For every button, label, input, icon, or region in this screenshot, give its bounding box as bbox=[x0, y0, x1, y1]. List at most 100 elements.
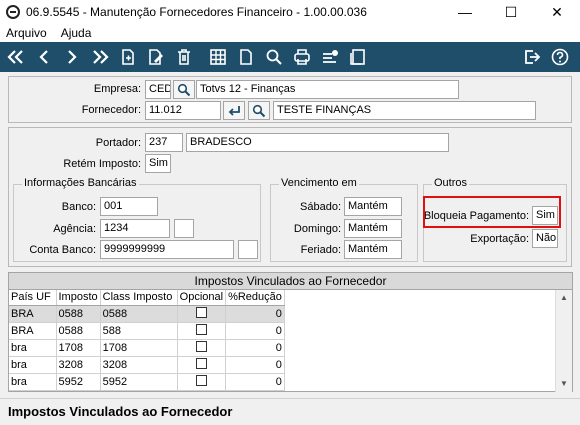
table-row[interactable]: bra 5952 5952 0 bbox=[9, 373, 285, 391]
search-icon[interactable] bbox=[262, 45, 286, 69]
exit-icon[interactable] bbox=[520, 45, 544, 69]
header-panel: Empresa: CED Totvs 12 - Finanças Fornece… bbox=[8, 76, 572, 123]
menu-ajuda[interactable]: Ajuda bbox=[55, 26, 100, 40]
copy-icon[interactable] bbox=[116, 45, 140, 69]
grid-title: Impostos Vinculados ao Fornecedor bbox=[9, 273, 572, 290]
table-row[interactable]: BRA 0588 0588 0 bbox=[9, 305, 285, 323]
search-icon bbox=[252, 104, 266, 117]
conta-banco-label: Conta Banco: bbox=[29, 244, 96, 256]
impostos-table: País UF Imposto Class Imposto Opcional %… bbox=[9, 290, 285, 391]
previous-icon[interactable] bbox=[32, 45, 56, 69]
cell-reducao: 0 bbox=[225, 356, 285, 374]
portador-code-field[interactable]: 237 bbox=[145, 133, 183, 152]
col-pais-uf[interactable]: País UF bbox=[9, 290, 57, 306]
banking-group: Informações Bancárias Banco: 001 Agência… bbox=[13, 177, 261, 262]
impostos-grid: Impostos Vinculados ao Fornecedor País U… bbox=[8, 272, 573, 392]
cell-imposto: 5952 bbox=[56, 373, 101, 391]
opcional-checkbox[interactable] bbox=[195, 357, 207, 369]
opcional-checkbox[interactable] bbox=[195, 306, 207, 318]
cell-reducao: 0 bbox=[225, 373, 285, 391]
sabado-label: Sábado: bbox=[300, 201, 341, 213]
conta-banco-field[interactable]: 9999999999 bbox=[100, 240, 234, 259]
cell-classe: 0588 bbox=[100, 305, 178, 323]
opcional-checkbox[interactable] bbox=[195, 374, 207, 386]
minimize-button[interactable]: — bbox=[442, 0, 488, 24]
menu-arquivo[interactable]: Arquivo bbox=[0, 26, 55, 40]
empresa-search-button[interactable] bbox=[173, 80, 195, 99]
banco-label: Banco: bbox=[61, 201, 96, 213]
grid-icon[interactable] bbox=[206, 45, 230, 69]
next-icon[interactable] bbox=[60, 45, 84, 69]
first-icon[interactable] bbox=[4, 45, 28, 69]
fornecedor-search-button[interactable] bbox=[248, 101, 270, 120]
feriado-field[interactable]: Mantém bbox=[344, 240, 402, 259]
col-imposto[interactable]: Imposto bbox=[56, 290, 101, 306]
toolbar bbox=[0, 42, 580, 72]
last-icon[interactable] bbox=[88, 45, 112, 69]
grid-scrollbar[interactable]: ▲ ▼ bbox=[555, 290, 572, 392]
cell-opcional bbox=[177, 339, 227, 357]
domingo-label: Domingo: bbox=[293, 223, 341, 235]
cell-reducao: 0 bbox=[225, 339, 285, 357]
window-controls: — ☐ ✕ bbox=[442, 0, 580, 24]
cell-pais: BRA bbox=[9, 322, 57, 340]
notes-icon[interactable] bbox=[346, 45, 370, 69]
highlight-box bbox=[423, 196, 561, 228]
agencia-digit-field[interactable] bbox=[174, 219, 194, 238]
edit-icon[interactable] bbox=[144, 45, 168, 69]
vencimento-group-title: Vencimento em bbox=[279, 177, 359, 189]
cell-pais: bra bbox=[9, 356, 57, 374]
fornecedor-enter-button[interactable] bbox=[223, 101, 245, 120]
cell-classe: 5952 bbox=[100, 373, 178, 391]
col-reducao[interactable]: %Redução bbox=[225, 290, 285, 306]
print-icon[interactable] bbox=[290, 45, 314, 69]
domingo-field[interactable]: Mantém bbox=[344, 219, 402, 238]
exportacao-field[interactable]: Não bbox=[532, 229, 558, 248]
cell-opcional bbox=[177, 322, 227, 340]
cell-opcional bbox=[177, 373, 227, 391]
cell-imposto: 3208 bbox=[56, 356, 101, 374]
col-opcional[interactable]: Opcional bbox=[177, 290, 227, 306]
fornecedor-label: Fornecedor: bbox=[81, 104, 141, 116]
table-row[interactable]: bra 3208 3208 0 bbox=[9, 356, 285, 374]
empresa-code-field[interactable]: CED bbox=[145, 80, 171, 99]
scroll-up-icon[interactable]: ▲ bbox=[556, 290, 572, 306]
sabado-field[interactable]: Mantém bbox=[344, 197, 402, 216]
title-bar: 06.9.5545 - Manutenção Fornecedores Fina… bbox=[0, 0, 580, 24]
agencia-field[interactable]: 1234 bbox=[100, 219, 170, 238]
maximize-button[interactable]: ☐ bbox=[488, 0, 534, 24]
fornecedor-name-field: TESTE FINANÇAS bbox=[273, 101, 536, 120]
table-header-row: País UF Imposto Class Imposto Opcional %… bbox=[9, 290, 285, 306]
window-title: 06.9.5545 - Manutenção Fornecedores Fina… bbox=[26, 5, 367, 19]
empresa-label: Empresa: bbox=[93, 83, 141, 95]
cell-opcional bbox=[177, 356, 227, 374]
delete-icon[interactable] bbox=[172, 45, 196, 69]
fornecedor-code-field[interactable]: 11.012 bbox=[145, 101, 221, 120]
status-bar: Impostos Vinculados ao Fornecedor bbox=[0, 398, 580, 425]
close-button[interactable]: ✕ bbox=[534, 0, 580, 24]
exportacao-label: Exportação: bbox=[470, 233, 529, 245]
banco-field[interactable]: 001 bbox=[100, 197, 158, 216]
portador-name-field: BRADESCO bbox=[186, 133, 449, 152]
table-row[interactable]: bra 1708 1708 0 bbox=[9, 339, 285, 357]
table-row[interactable]: BRA 0588 588 0 bbox=[9, 322, 285, 340]
retem-imposto-field[interactable]: Sim bbox=[145, 154, 171, 173]
outros-group-title: Outros bbox=[432, 177, 470, 189]
help-icon[interactable] bbox=[548, 45, 572, 69]
scroll-down-icon[interactable]: ▼ bbox=[556, 376, 572, 392]
conta-digit-field[interactable] bbox=[238, 240, 258, 259]
cell-pais: BRA bbox=[9, 305, 57, 323]
opcional-checkbox[interactable] bbox=[195, 340, 207, 352]
vencimento-group: Vencimento em Sábado: Mantém Domingo: Ma… bbox=[270, 177, 418, 262]
app-logo-icon bbox=[6, 5, 20, 19]
agencia-label: Agência: bbox=[53, 223, 96, 235]
enter-icon bbox=[228, 105, 240, 116]
banking-group-title: Informações Bancárias bbox=[22, 177, 139, 189]
opcional-checkbox[interactable] bbox=[195, 323, 207, 335]
col-class-imposto[interactable]: Class Imposto bbox=[100, 290, 178, 306]
cell-imposto: 0588 bbox=[56, 305, 101, 323]
list-icon[interactable] bbox=[318, 45, 342, 69]
new-document-icon[interactable] bbox=[234, 45, 258, 69]
retem-imposto-label: Retém Imposto: bbox=[63, 158, 141, 170]
empresa-name-field: Totvs 12 - Finanças bbox=[196, 80, 459, 99]
